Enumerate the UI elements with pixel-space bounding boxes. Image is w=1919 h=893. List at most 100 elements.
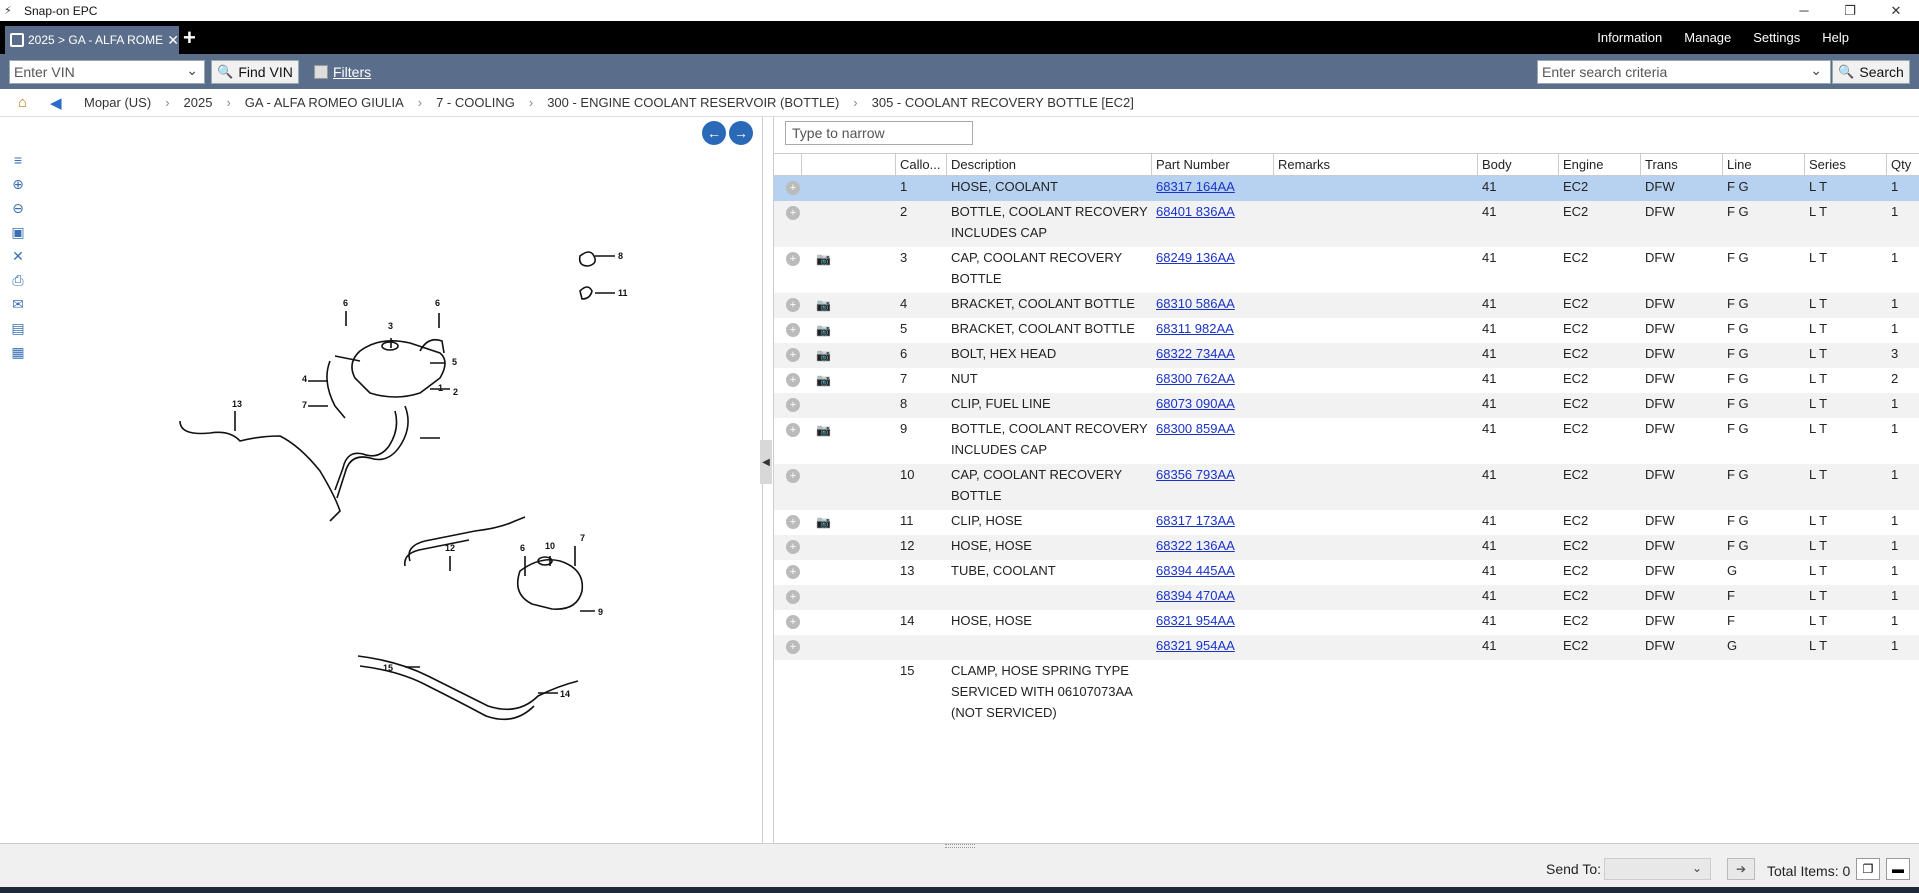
breadcrumb-item[interactable]: 305 - COOLANT RECOVERY BOTTLE [EC2] <box>872 95 1134 110</box>
next-arrow-icon[interactable]: → <box>729 121 753 145</box>
part-number-link[interactable]: 68321 954AA <box>1156 638 1235 653</box>
zoom-in-icon[interactable]: ⊕ <box>8 175 28 193</box>
parts-diagram[interactable]: 1 2 3 4 5 6 6 7 8 11 13 12 6 10 7 9 15 1… <box>40 151 760 841</box>
chevron-down-icon[interactable]: ⌄ <box>1810 62 1822 79</box>
table-row[interactable]: + 📷 6 BOLT, HEX HEAD 68322 734AA 41 EC2 DFW F G L… <box>774 343 1919 368</box>
table-row[interactable]: +68321 954AA 41 EC2 DFW G L T 1 <box>774 635 1919 660</box>
search-criteria-input[interactable]: Enter search criteria ⌄ <box>1537 60 1831 84</box>
send-to-select[interactable]: ⌄ <box>1604 858 1711 880</box>
filters-checkbox[interactable] <box>314 65 328 79</box>
resize-grip[interactable] <box>945 844 975 848</box>
camera-icon[interactable]: 📷 <box>816 323 896 337</box>
table-row[interactable]: +12 HOSE, HOSE 68322 136AA 41 EC2 DFW F G L T 1 <box>774 535 1919 560</box>
expand-plus-icon[interactable]: + <box>786 323 800 337</box>
part-number-link[interactable]: 68249 136AA <box>1156 250 1235 265</box>
column-header-description[interactable]: Description <box>947 154 1152 175</box>
expand-plus-icon[interactable]: + <box>786 373 800 387</box>
part-number-link[interactable]: 68394 470AA <box>1156 588 1235 603</box>
new-tab-button[interactable]: + <box>183 25 196 51</box>
chevron-down-icon[interactable]: ⌄ <box>186 62 198 79</box>
expand-plus-icon[interactable]: + <box>786 540 800 554</box>
filters-toggle[interactable]: Filters <box>314 64 371 80</box>
table-row[interactable]: + 📷 9 BOTTLE, COOLANT RECOVERY INCLUDES CAP… <box>774 418 1919 464</box>
expand-plus-icon[interactable]: + <box>786 252 800 266</box>
expand-plus-icon[interactable]: + <box>786 615 800 629</box>
expand-plus-icon[interactable]: + <box>786 348 800 362</box>
column-header-trans[interactable]: Trans <box>1641 154 1723 175</box>
print-icon[interactable]: ⎙ <box>8 271 28 289</box>
camera-icon[interactable]: 📷 <box>816 515 896 529</box>
clear-highlight-icon[interactable]: ✕ <box>8 247 28 265</box>
expand-plus-icon[interactable]: + <box>786 398 800 412</box>
breadcrumb-item[interactable]: Mopar (US) <box>84 95 151 110</box>
column-header-callout[interactable]: Callo... <box>896 154 947 175</box>
table-row[interactable]: + 📷 5 BRACKET, COOLANT BOTTLE 68311 982AA 41 E… <box>774 318 1919 343</box>
find-vin-button[interactable]: 🔍 Find VIN <box>211 60 299 84</box>
image-icon[interactable]: ▤ <box>8 319 28 337</box>
previous-arrow-icon[interactable]: ← <box>702 121 726 145</box>
column-header-qty[interactable]: Qty <box>1887 154 1919 175</box>
tab-active-vehicle[interactable]: 2025 > GA - ALFA ROMEO GIULIA ✕ <box>5 26 179 54</box>
table-row[interactable]: + 📷 4 BRACKET, COOLANT BOTTLE 68310 586AA 41 E… <box>774 293 1919 318</box>
expand-plus-icon[interactable]: + <box>786 565 800 579</box>
part-number-link[interactable]: 68317 164AA <box>1156 179 1235 194</box>
send-go-button[interactable]: ➔ <box>1727 858 1755 880</box>
menu-information[interactable]: Information <box>1597 30 1662 45</box>
part-number-link[interactable]: 68401 836AA <box>1156 204 1235 219</box>
menu-lines-icon[interactable]: ≡ <box>8 151 28 169</box>
menu-manage[interactable]: Manage <box>1684 30 1731 45</box>
table-row[interactable]: +10 CAP, COOLANT RECOVERY BOTTLE 68356 793… <box>774 464 1919 510</box>
expand-plus-icon[interactable]: + <box>786 181 800 195</box>
part-number-link[interactable]: 68356 793AA <box>1156 467 1235 482</box>
fit-screen-icon[interactable]: ▣ <box>8 223 28 241</box>
email-icon[interactable]: ✉ <box>8 295 28 313</box>
expand-plus-icon[interactable]: + <box>786 469 800 483</box>
part-number-link[interactable]: 68300 859AA <box>1156 421 1235 436</box>
table-row[interactable]: +8 CLIP, FUEL LINE 68073 090AA 41 EC2 DFW F G L… <box>774 393 1919 418</box>
table-row[interactable]: + 📷 7 NUT 68300 762AA 41 EC2 DFW F G L T 2 <box>774 368 1919 393</box>
zoom-out-icon[interactable]: ⊖ <box>8 199 28 217</box>
camera-icon[interactable]: 📷 <box>816 423 896 437</box>
expand-plus-icon[interactable]: + <box>786 590 800 604</box>
expand-plus-icon[interactable]: + <box>786 515 800 529</box>
column-header-line[interactable]: Line <box>1723 154 1805 175</box>
vin-input[interactable]: Enter VIN ⌄ <box>9 60 205 84</box>
breadcrumb-item[interactable]: 300 - ENGINE COOLANT RESERVOIR (BOTTLE) <box>547 95 839 110</box>
camera-icon[interactable]: 📷 <box>816 298 896 312</box>
restore-button[interactable]: ❐ <box>1827 0 1873 21</box>
expand-plus-icon[interactable]: + <box>786 298 800 312</box>
table-row[interactable]: +13 TUBE, COOLANT 68394 445AA 41 EC2 DFW G L T 1 <box>774 560 1919 585</box>
maximize-panel-button[interactable]: ▬ <box>1886 858 1910 880</box>
breadcrumb-item[interactable]: 7 - COOLING <box>436 95 515 110</box>
search-button[interactable]: 🔍 Search <box>1832 60 1910 84</box>
expand-plus-icon[interactable]: + <box>786 423 800 437</box>
restore-panel-button[interactable]: ❐ <box>1856 858 1880 880</box>
part-number-link[interactable]: 68311 982AA <box>1156 321 1234 336</box>
home-icon[interactable]: ⌂ <box>18 94 38 111</box>
minimize-button[interactable]: ─ <box>1781 0 1827 21</box>
part-number-link[interactable]: 68322 136AA <box>1156 538 1235 553</box>
camera-icon[interactable]: 📷 <box>816 348 896 362</box>
expand-plus-icon[interactable]: + <box>786 206 800 220</box>
part-number-link[interactable]: 68394 445AA <box>1156 563 1235 578</box>
table-row[interactable]: +14 HOSE, HOSE 68321 954AA 41 EC2 DFW F L T 1 <box>774 610 1919 635</box>
table-row[interactable]: +2 BOTTLE, COOLANT RECOVERY INCLUDES CAP 6… <box>774 201 1919 247</box>
column-header-remarks[interactable]: Remarks <box>1274 154 1478 175</box>
camera-icon[interactable]: 📷 <box>816 373 896 387</box>
column-header-series[interactable]: Series <box>1805 154 1887 175</box>
column-header-body[interactable]: Body <box>1478 154 1559 175</box>
breadcrumb-item[interactable]: 2025 <box>184 95 213 110</box>
part-number-link[interactable]: 68321 954AA <box>1156 613 1235 628</box>
part-number-link[interactable]: 68317 173AA <box>1156 513 1235 528</box>
gallery-icon[interactable]: ▦ <box>8 343 28 361</box>
column-header-part-number[interactable]: Part Number <box>1152 154 1274 175</box>
part-number-link[interactable]: 68073 090AA <box>1156 396 1235 411</box>
tab-close-icon[interactable]: ✕ <box>167 32 179 49</box>
menu-help[interactable]: Help <box>1822 30 1849 45</box>
table-row[interactable]: +68394 470AA 41 EC2 DFW F L T 1 <box>774 585 1919 610</box>
part-number-link[interactable]: 68322 734AA <box>1156 346 1235 361</box>
expand-plus-icon[interactable]: + <box>786 640 800 654</box>
panel-splitter-handle[interactable]: ◀ <box>760 440 772 484</box>
table-row[interactable]: + 📷 11 CLIP, HOSE 68317 173AA 41 EC2 DFW F G L T 1 <box>774 510 1919 535</box>
menu-settings[interactable]: Settings <box>1753 30 1800 45</box>
